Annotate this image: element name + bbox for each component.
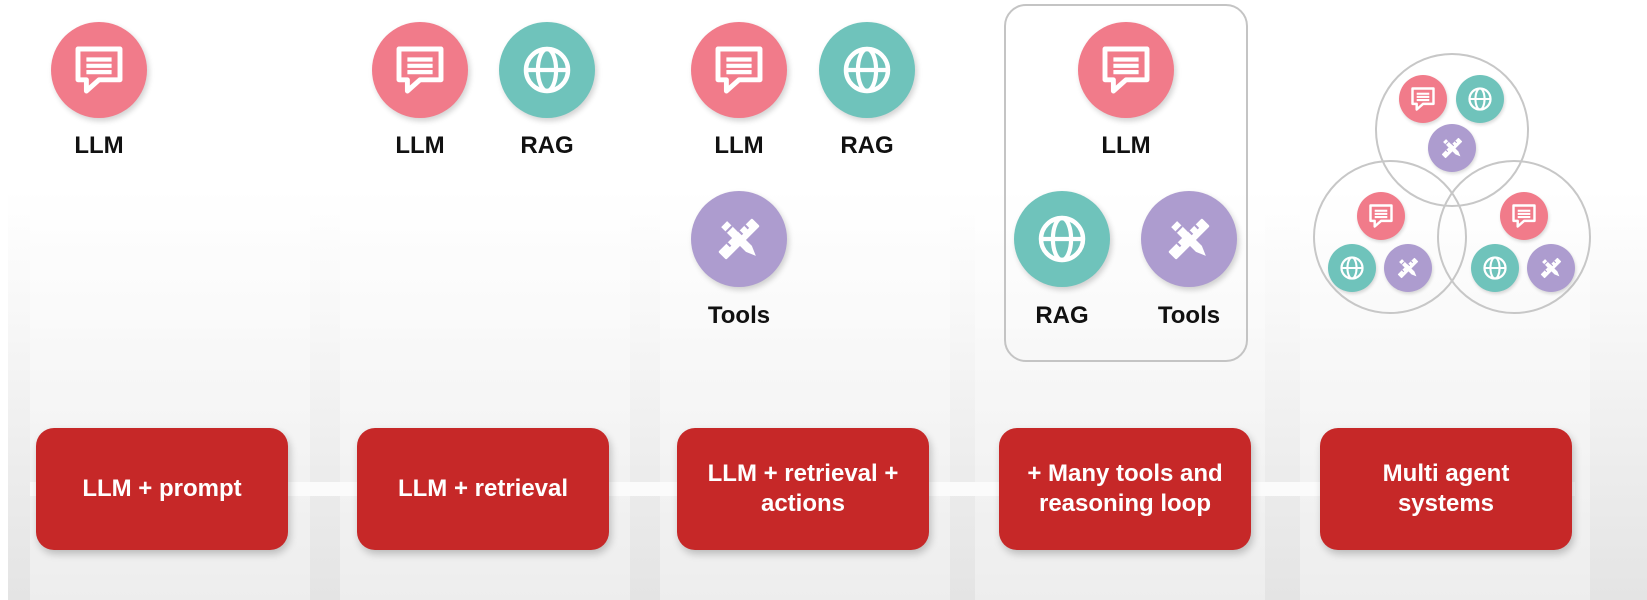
llm-label: LLM [714, 132, 764, 159]
stage-multi-agent: Multi agent systems [1320, 428, 1572, 550]
tools-pencil-ruler-icon [1141, 191, 1237, 287]
rag-globe-icon [1456, 75, 1504, 123]
llm-label: LLM [395, 132, 445, 159]
stage-llm-retrieval: LLM + retrieval [357, 428, 609, 550]
rag-globe-icon [1471, 244, 1519, 292]
stage-llm-prompt: LLM + prompt [36, 428, 288, 550]
tools-pencil-ruler-icon [1428, 124, 1476, 172]
rag-label: RAG [520, 132, 574, 159]
llm-chat-icon [1078, 22, 1174, 118]
llm-chat-icon [1399, 75, 1447, 123]
rag-globe-icon [1328, 244, 1376, 292]
rag-globe-icon [499, 22, 595, 118]
rag-label: RAG [840, 132, 894, 159]
tools-pencil-ruler-icon [1384, 244, 1432, 292]
llm-chat-icon [1357, 192, 1405, 240]
tools-pencil-ruler-icon [691, 191, 787, 287]
llm-chat-icon [372, 22, 468, 118]
llm-chat-icon [691, 22, 787, 118]
llm-chat-icon [51, 22, 147, 118]
tools-label: Tools [1157, 302, 1221, 329]
stage-many-tools-reasoning: + Many tools and reasoning loop [999, 428, 1251, 550]
tools-label: Tools [707, 302, 771, 329]
llm-chat-icon [1500, 192, 1548, 240]
rag-globe-icon [819, 22, 915, 118]
llm-label: LLM [74, 132, 124, 159]
rag-globe-icon [1014, 191, 1110, 287]
llm-label: LLM [1101, 132, 1151, 159]
stage-llm-retrieval-actions: LLM + retrieval + actions [677, 428, 929, 550]
tools-pencil-ruler-icon [1527, 244, 1575, 292]
rag-label: RAG [1035, 302, 1089, 329]
